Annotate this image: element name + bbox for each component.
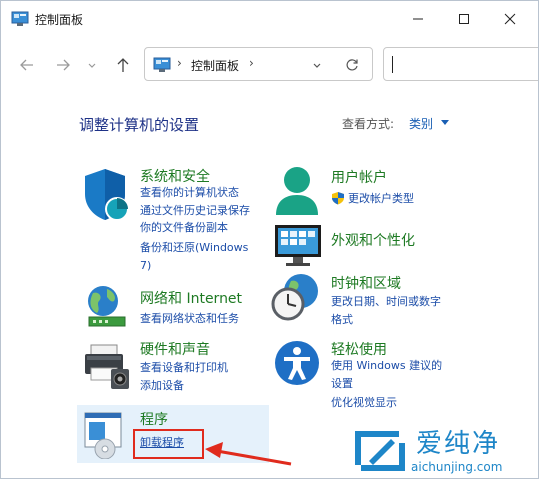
caret-down-icon <box>441 120 449 125</box>
link-view-computer-status[interactable]: 查看你的计算机状态 <box>140 184 239 202</box>
category-system-security[interactable]: 系统和安全 <box>140 166 210 186</box>
link-backup-restore-cont[interactable]: 7) <box>140 257 151 275</box>
shield-icon <box>85 169 129 221</box>
view-by-label: 查看方式: <box>342 117 395 131</box>
link-add-device[interactable]: 添加设备 <box>140 377 184 395</box>
uac-shield-icon <box>332 192 344 205</box>
watermark-url: aichunjing.com <box>411 460 503 474</box>
category-programs[interactable]: 程序 <box>140 409 168 429</box>
link-optimize-visual-display[interactable]: 优化视觉显示 <box>331 394 397 412</box>
recent-locations-button[interactable] <box>83 53 101 77</box>
view-by-dropdown[interactable]: 类别 <box>409 115 433 132</box>
maximize-icon <box>459 14 469 24</box>
network-globe-icon <box>88 286 126 327</box>
highlight-box <box>133 429 204 459</box>
link-view-devices-printers[interactable]: 查看设备和打印机 <box>140 359 228 377</box>
category-network-internet[interactable]: 网络和 Internet <box>140 288 242 308</box>
clock-globe-icon <box>271 274 318 321</box>
category-user-accounts[interactable]: 用户帐户 <box>331 167 387 187</box>
close-button[interactable] <box>487 1 533 37</box>
window-title: 控制面板 <box>35 13 84 27</box>
category-ease-of-access[interactable]: 轻松使用 <box>331 339 387 359</box>
link-file-history-cont[interactable]: 你的文件备份副本 <box>140 219 228 237</box>
minimize-button[interactable] <box>395 1 441 37</box>
title-bar: 控制面板 <box>1 1 538 37</box>
annotation-arrow <box>205 442 292 466</box>
close-icon <box>504 13 516 25</box>
link-windows-suggested-settings-cont[interactable]: 设置 <box>331 375 353 393</box>
breadcrumb-separator[interactable]: › <box>177 56 182 70</box>
watermark-logo-icon <box>355 431 405 471</box>
printer-speaker-icon <box>85 344 129 389</box>
chevron-down-icon <box>313 63 321 68</box>
arrow-left-icon <box>20 59 33 71</box>
minimize-icon <box>413 18 423 20</box>
programs-disc-icon <box>84 412 122 459</box>
link-view-network-status[interactable]: 查看网络状态和任务 <box>140 310 239 328</box>
category-clock-region[interactable]: 时钟和区域 <box>331 273 401 293</box>
link-change-account-type[interactable]: 更改帐户类型 <box>348 190 414 208</box>
text-caret <box>392 56 393 73</box>
navigation-bar: › 控制面板 › <box>1 41 538 89</box>
breadcrumb-separator[interactable]: › <box>249 56 254 70</box>
link-change-date-time[interactable]: 更改日期、时间或数字 <box>331 293 441 311</box>
link-file-history[interactable]: 通过文件历史记录保存 <box>140 202 250 220</box>
control-panel-icon <box>153 57 171 72</box>
search-input[interactable] <box>383 47 538 81</box>
refresh-icon <box>346 59 358 71</box>
control-panel-window: 控制面板 › 控制面板 › 调整计算机的设置 查看方式: 类别 系统和安全 查看… <box>0 0 539 479</box>
category-hardware-sound[interactable]: 硬件和声音 <box>140 339 210 359</box>
arrow-up-icon <box>117 58 129 72</box>
arrow-right-icon <box>57 59 70 71</box>
link-change-date-time-cont[interactable]: 格式 <box>331 311 353 329</box>
refresh-button[interactable] <box>341 55 363 75</box>
control-panel-icon <box>11 11 29 26</box>
category-appearance[interactable]: 外观和个性化 <box>331 230 415 250</box>
watermark-brand: 爱纯净 <box>416 429 501 459</box>
up-button[interactable] <box>111 53 135 77</box>
maximize-button[interactable] <box>441 1 487 37</box>
back-button[interactable] <box>15 53 39 77</box>
forward-button[interactable] <box>51 53 75 77</box>
breadcrumb-control-panel[interactable]: 控制面板 <box>191 57 239 74</box>
accessibility-icon <box>275 341 319 385</box>
user-icon <box>276 167 318 215</box>
appearance-monitor-icon <box>275 225 321 266</box>
address-dropdown-button[interactable] <box>307 55 327 75</box>
link-windows-suggested-settings[interactable]: 使用 Windows 建议的 <box>331 357 442 375</box>
watermark: 爱纯净 aichunjing.com <box>351 423 538 478</box>
link-backup-restore[interactable]: 备份和还原(Windows <box>140 239 248 257</box>
address-bar[interactable]: › 控制面板 › <box>144 47 373 81</box>
chevron-down-icon <box>88 63 96 68</box>
page-title: 调整计算机的设置 <box>79 116 200 134</box>
